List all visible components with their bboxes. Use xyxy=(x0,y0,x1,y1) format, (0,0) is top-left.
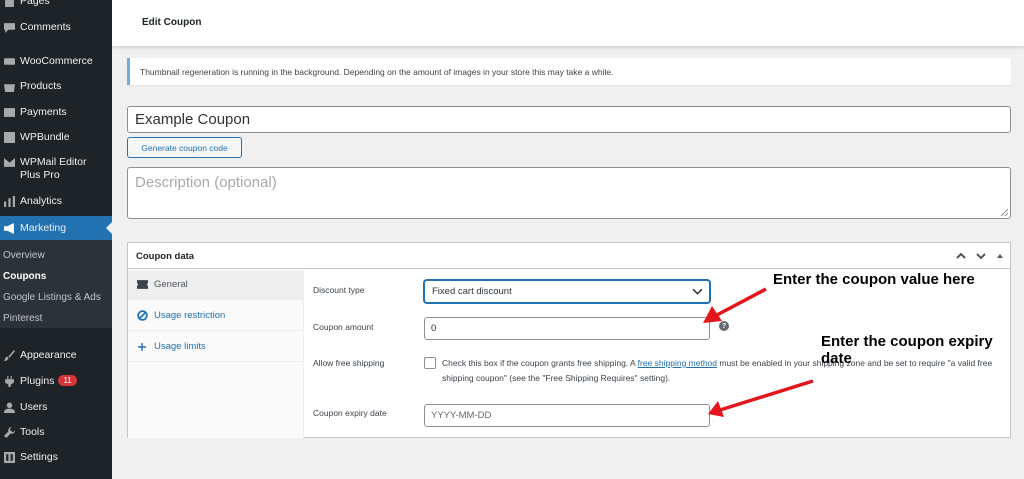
wpbundle-icon xyxy=(3,131,16,143)
sidebar-item-wpmail[interactable]: WPMail Editor Plus Pro xyxy=(0,156,112,182)
sidebar-item-products[interactable]: Products xyxy=(0,80,112,93)
plus-icon xyxy=(136,341,148,353)
generate-coupon-code-button[interactable]: Generate coupon code xyxy=(127,137,242,158)
tab-usage-limits[interactable]: Usage limits xyxy=(128,332,304,362)
woocommerce-icon xyxy=(3,55,16,67)
coupon-expiry-input[interactable] xyxy=(424,404,710,427)
sidebar-item-settings[interactable]: Settings xyxy=(0,451,112,464)
free-shipping-label: Allow free shipping xyxy=(313,358,385,368)
brush-icon xyxy=(3,349,16,361)
wrench-icon xyxy=(3,426,16,438)
help-icon[interactable]: ? xyxy=(719,321,729,331)
sidebar-item-plugins[interactable]: Plugins 11 xyxy=(0,375,112,388)
info-notice: Thumbnail regeneration is running in the… xyxy=(127,58,1011,85)
settings-icon xyxy=(3,451,16,463)
sidebar-item-appearance[interactable]: Appearance xyxy=(0,349,112,362)
coupon-code-input[interactable] xyxy=(127,106,1011,133)
annotation-coupon-expiry: Enter the coupon expiry date xyxy=(821,333,993,367)
active-indicator xyxy=(106,222,112,234)
products-icon xyxy=(3,80,16,92)
coupon-data-tabs: General Usage restriction Usage limits xyxy=(128,270,304,438)
tab-usage-restriction[interactable]: Usage restriction xyxy=(128,301,304,331)
free-shipping-method-link[interactable]: free shipping method xyxy=(638,358,717,368)
payments-icon xyxy=(3,106,16,118)
toggle-panel-icon[interactable] xyxy=(994,250,1006,262)
plugins-update-badge: 11 xyxy=(58,375,77,386)
sidebar-item-analytics[interactable]: Analytics xyxy=(0,195,112,208)
coupon-amount-label: Coupon amount xyxy=(313,322,374,332)
admin-sidebar: Pages Comments WooCommerce Products Paym… xyxy=(0,0,112,479)
coupon-data-title: Coupon data xyxy=(136,251,195,262)
sidebar-item-wpbundle[interactable]: WPBundle xyxy=(0,131,112,144)
megaphone-icon xyxy=(3,222,16,234)
page-header: Edit Coupon xyxy=(112,0,1024,46)
submenu-overview[interactable]: Overview xyxy=(3,250,45,261)
annotation-coupon-value: Enter the coupon value here xyxy=(773,271,975,288)
coupon-amount-input[interactable] xyxy=(424,317,710,340)
analytics-icon xyxy=(3,195,16,207)
mail-icon xyxy=(3,156,16,168)
move-up-icon[interactable] xyxy=(955,250,967,262)
submenu-coupons[interactable]: Coupons xyxy=(3,271,46,282)
sidebar-item-comments[interactable]: Comments xyxy=(0,21,112,34)
coupon-data-header: Coupon data xyxy=(128,243,1010,269)
chevron-down-icon xyxy=(692,288,703,295)
sidebar-item-marketing[interactable]: Marketing xyxy=(0,216,112,240)
plugin-icon xyxy=(3,375,16,387)
coupon-description-input[interactable] xyxy=(127,167,1011,219)
comments-icon xyxy=(3,21,16,33)
pages-icon xyxy=(3,0,16,7)
discount-type-select[interactable]: Fixed cart discount xyxy=(424,280,710,303)
free-shipping-checkbox[interactable] xyxy=(424,357,436,369)
discount-type-label: Discount type xyxy=(313,285,365,295)
page-title: Edit Coupon xyxy=(142,17,202,28)
sidebar-item-woocommerce[interactable]: WooCommerce xyxy=(0,55,112,68)
submenu-google-listings[interactable]: Google Listings & Ads xyxy=(3,292,101,303)
sidebar-item-tools[interactable]: Tools xyxy=(0,426,112,439)
tab-general[interactable]: General xyxy=(128,270,304,300)
coupon-expiry-label: Coupon expiry date xyxy=(313,408,387,418)
sidebar-item-users[interactable]: Users xyxy=(0,401,112,414)
users-icon xyxy=(3,401,16,413)
move-down-icon[interactable] xyxy=(975,250,987,262)
restriction-icon xyxy=(136,310,148,322)
marketing-submenu: Overview Coupons Google Listings & Ads P… xyxy=(0,240,112,328)
sidebar-item-pages[interactable]: Pages xyxy=(0,0,112,8)
submenu-pinterest[interactable]: Pinterest xyxy=(3,313,42,324)
ticket-icon xyxy=(136,279,148,291)
resize-handle-icon[interactable] xyxy=(1000,208,1008,216)
sidebar-item-payments[interactable]: Payments xyxy=(0,106,112,119)
